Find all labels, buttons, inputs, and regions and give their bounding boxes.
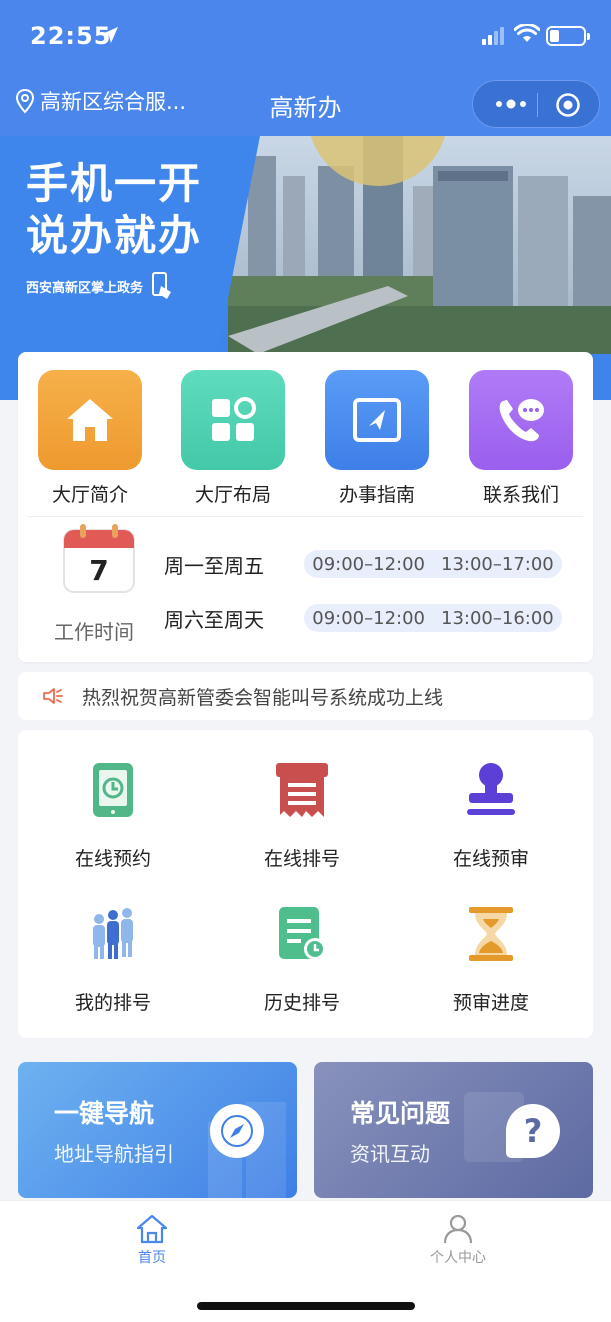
home-indicator xyxy=(197,1302,415,1310)
miniprogram-capsule xyxy=(472,80,600,128)
battery-icon xyxy=(546,26,590,46)
tab-home-label: 首页 xyxy=(138,1250,166,1266)
faq-card[interactable]: 常见问题 资讯互动 ? xyxy=(314,1062,593,1198)
service-online-queue[interactable]: 在线排号 xyxy=(227,758,377,871)
speaker-icon xyxy=(43,688,63,704)
service-label: 在线预审 xyxy=(452,848,529,870)
quick-link-label: 联系我们 xyxy=(482,484,559,506)
close-miniprogram-icon[interactable] xyxy=(555,92,581,118)
layout-grid-icon xyxy=(181,370,285,470)
notice-bar[interactable]: 热烈祝贺高新管委会智能叫号系统成功上线 xyxy=(18,672,593,720)
compass-icon xyxy=(210,1104,264,1158)
service-label: 在线预约 xyxy=(74,848,151,870)
navigation-subtitle: 地址导航指引 xyxy=(54,1142,174,1166)
weekend-morning-hours: 09:00–12:00 xyxy=(312,607,425,629)
notice-text: 热烈祝贺高新管委会智能叫号系统成功上线 xyxy=(82,686,444,709)
city-skyline-image xyxy=(228,136,611,354)
location-arrow-icon xyxy=(102,27,118,43)
weekday-label: 周一至周五 xyxy=(164,554,264,578)
service-my-queue[interactable]: 我的排号 xyxy=(38,902,188,1015)
quick-link-hall-intro[interactable]: 大厅简介 xyxy=(38,370,142,507)
tab-home[interactable]: 首页 xyxy=(92,1211,212,1267)
navigation-title: 一键导航 xyxy=(54,1099,155,1128)
stamp-icon xyxy=(416,758,566,822)
capsule-divider xyxy=(537,93,538,117)
service-label: 历史排号 xyxy=(263,992,340,1014)
quick-link-label: 大厅布局 xyxy=(194,484,271,506)
more-icon[interactable] xyxy=(491,94,531,114)
service-online-booking[interactable]: 在线预约 xyxy=(38,758,188,871)
quick-link-hall-layout[interactable]: 大厅布局 xyxy=(181,370,285,507)
service-label: 在线排号 xyxy=(263,848,340,870)
service-history-queue[interactable]: 历史排号 xyxy=(227,902,377,1015)
tab-profile-label: 个人中心 xyxy=(430,1250,486,1266)
card-divider xyxy=(28,516,583,517)
quick-link-label: 大厅简介 xyxy=(51,484,128,506)
guide-book-icon xyxy=(325,370,429,470)
hourglass-icon xyxy=(416,902,566,966)
banner-title-line1: 手机一开 xyxy=(26,159,203,208)
phone-clock-icon xyxy=(38,758,188,822)
services-card: 在线预约 在线排号 在线预审 我的排号 历史排号 预审进度 xyxy=(18,730,593,1038)
phone-chat-icon xyxy=(469,370,573,470)
weekend-label: 周六至周天 xyxy=(164,608,264,632)
history-doc-icon xyxy=(227,902,377,966)
service-online-pre-review[interactable]: 在线预审 xyxy=(416,758,566,871)
faq-title: 常见问题 xyxy=(350,1099,451,1128)
quick-links-card: 大厅简介 大厅布局 办事指南 联系我们 7 工作时间 周一至周五 09:00–1… xyxy=(18,352,593,662)
question-icon: ? xyxy=(506,1104,560,1158)
banner-title-line2: 说办就办 xyxy=(26,211,203,260)
signal-icon xyxy=(482,27,504,45)
status-bar: 22:55 xyxy=(0,0,611,72)
banner-subtitle: 西安高新区掌上政务 xyxy=(26,272,173,300)
service-label: 预审进度 xyxy=(452,992,529,1014)
work-hours-label: 工作时间 xyxy=(54,620,134,644)
weekend-afternoon-hours: 13:00–16:00 xyxy=(441,607,554,629)
banner-subtitle-text: 西安高新区掌上政务 xyxy=(26,280,144,296)
people-queue-icon xyxy=(38,902,188,966)
home-tab-icon xyxy=(92,1211,212,1247)
banner-title: 手机一开 说办就办 xyxy=(26,158,202,262)
home-icon xyxy=(38,370,142,470)
service-review-progress[interactable]: 预审进度 xyxy=(416,902,566,1015)
calendar-day: 7 xyxy=(89,554,109,587)
weekday-afternoon-hours: 13:00–17:00 xyxy=(441,553,554,575)
phone-hand-icon xyxy=(152,272,172,299)
weekend-hours: 09:00–12:00 13:00–16:00 xyxy=(304,604,562,632)
ticket-icon xyxy=(227,758,377,822)
tab-profile[interactable]: 个人中心 xyxy=(398,1211,518,1267)
quick-link-contact-us[interactable]: 联系我们 xyxy=(469,370,573,507)
top-header: 22:55 高新区综合服... 高新办 xyxy=(0,0,611,136)
weekday-morning-hours: 09:00–12:00 xyxy=(312,553,425,575)
quick-link-label: 办事指南 xyxy=(338,484,415,506)
user-icon xyxy=(398,1211,518,1247)
faq-subtitle: 资讯互动 xyxy=(350,1142,430,1166)
weekday-hours: 09:00–12:00 13:00–17:00 xyxy=(304,550,562,578)
service-label: 我的排号 xyxy=(74,992,151,1014)
wifi-icon xyxy=(514,24,540,42)
quick-link-service-guide[interactable]: 办事指南 xyxy=(325,370,429,507)
navigation-card[interactable]: 一键导航 地址导航指引 xyxy=(18,1062,297,1198)
